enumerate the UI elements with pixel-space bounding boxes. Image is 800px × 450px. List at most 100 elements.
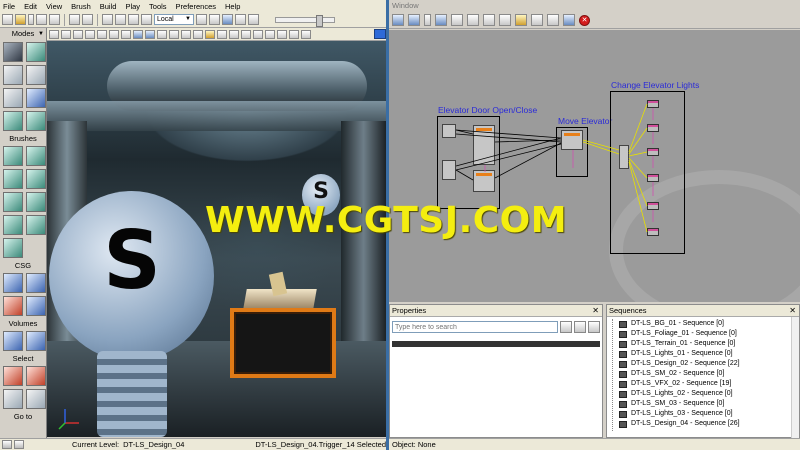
game-view-icon[interactable] xyxy=(277,29,287,39)
menu-view[interactable]: View xyxy=(46,2,62,11)
properties-search-input[interactable] xyxy=(392,321,559,333)
view-front-icon[interactable] xyxy=(145,29,155,39)
lit-mode-icon[interactable] xyxy=(181,29,191,39)
binoculars-icon[interactable] xyxy=(196,14,207,25)
gallery-icon[interactable] xyxy=(248,14,259,25)
search-icon[interactable] xyxy=(560,321,573,333)
view-perspective-icon[interactable] xyxy=(109,29,119,39)
menu-brush[interactable]: Brush xyxy=(71,2,91,11)
new-icon[interactable] xyxy=(2,14,13,25)
coordinate-system-select[interactable]: Local ▼ xyxy=(154,14,194,25)
scale-snap-icon[interactable] xyxy=(253,29,263,39)
perspective-viewport[interactable]: S S xyxy=(47,41,386,437)
content-browser-icon[interactable] xyxy=(209,14,220,25)
property-category-row[interactable] xyxy=(392,341,600,347)
cylinder-brush-icon[interactable] xyxy=(26,169,46,189)
undo-icon[interactable] xyxy=(69,14,80,25)
csg-subtract-icon[interactable] xyxy=(26,273,46,293)
rotate-icon[interactable] xyxy=(115,14,126,25)
list-item[interactable]: DT-LS_SM_03 - Sequence [0] xyxy=(619,399,799,409)
scale-icon[interactable] xyxy=(128,14,139,25)
csg-intersect-icon[interactable] xyxy=(3,296,23,316)
geometry-mode-icon[interactable] xyxy=(26,42,46,62)
foliage-mode-icon[interactable] xyxy=(3,111,23,131)
show-all-icon[interactable] xyxy=(26,389,46,409)
drag-grid-icon[interactable] xyxy=(265,29,275,39)
stat-mode-icon[interactable] xyxy=(26,88,46,108)
view-top-icon[interactable] xyxy=(121,29,131,39)
save-all-icon[interactable] xyxy=(49,14,60,25)
volume-options-icon[interactable] xyxy=(26,331,46,351)
show-connectors-icon[interactable] xyxy=(483,14,495,26)
add-volume-icon[interactable] xyxy=(3,331,23,351)
hide-selected-icon[interactable] xyxy=(26,366,46,386)
menu-preferences[interactable]: Preferences xyxy=(176,2,216,11)
menu-edit[interactable]: Edit xyxy=(24,2,37,11)
collapse-all-icon[interactable] xyxy=(588,321,600,333)
menu-help[interactable]: Help xyxy=(225,2,240,11)
select-invert-icon[interactable] xyxy=(3,389,23,409)
list-item[interactable]: DT-LS_Foliage_01 - Sequence [0] xyxy=(619,329,799,339)
spiral-stair-brush-icon[interactable] xyxy=(3,215,23,235)
build-all-icon[interactable] xyxy=(97,29,107,39)
cone-brush-icon[interactable] xyxy=(3,146,23,166)
csg-add-icon[interactable] xyxy=(3,273,23,293)
menu-build[interactable]: Build xyxy=(100,2,117,11)
forward-arrow-icon[interactable] xyxy=(408,14,420,26)
unlit-mode-icon[interactable] xyxy=(193,29,203,39)
build-paths-icon[interactable] xyxy=(73,29,83,39)
list-item[interactable]: DT-LS_Terrain_01 - Sequence [0] xyxy=(619,339,799,349)
sphere-brush-icon[interactable] xyxy=(26,215,46,235)
view-side-icon[interactable] xyxy=(133,29,143,39)
lighting-only-icon[interactable] xyxy=(205,29,215,39)
camera-mode-icon[interactable] xyxy=(3,42,23,62)
list-item[interactable]: DT-LS_SM_02 - Sequence [0] xyxy=(619,369,799,379)
mesh-paint-icon[interactable] xyxy=(3,88,23,108)
kismet-graph-canvas[interactable]: Elevator Door Open/Close Move Elevator C… xyxy=(389,30,800,302)
list-item[interactable]: DT-LS_Lights_03 - Sequence [0] xyxy=(619,409,799,419)
stop-icon[interactable]: ✕ xyxy=(579,14,590,26)
cube-brush-icon[interactable] xyxy=(26,146,46,166)
wireframe-icon[interactable] xyxy=(217,29,227,39)
list-item[interactable]: DT-LS_VFX_02 - Sequence [19] xyxy=(619,379,799,389)
csg-deintersect-icon[interactable] xyxy=(26,296,46,316)
realtime-icon[interactable] xyxy=(157,29,167,39)
light-bulb-icon[interactable] xyxy=(515,14,527,26)
curved-stair-brush-icon[interactable] xyxy=(3,169,23,189)
camera-speed-slider[interactable] xyxy=(275,14,335,27)
search-icon[interactable] xyxy=(531,14,543,26)
play-in-viewport-button[interactable] xyxy=(374,29,386,39)
open-class-search-icon[interactable] xyxy=(547,14,559,26)
menu-play[interactable]: Play xyxy=(125,2,140,11)
linear-stair-brush-icon[interactable] xyxy=(3,192,23,212)
history-dropdown-icon[interactable] xyxy=(424,14,431,26)
scale-nonuniform-icon[interactable] xyxy=(141,14,152,25)
drag-grid-toggle-icon[interactable] xyxy=(14,440,24,449)
level-browser-icon[interactable] xyxy=(2,440,12,449)
texture-align-icon[interactable] xyxy=(26,65,46,85)
zoom-fit-icon[interactable] xyxy=(499,14,511,26)
translate-icon[interactable] xyxy=(102,14,113,25)
close-icon[interactable]: ✕ xyxy=(592,305,599,317)
build-geometry-icon[interactable] xyxy=(49,29,59,39)
menu-file[interactable]: File xyxy=(3,2,15,11)
show-flags-icon[interactable] xyxy=(169,29,179,39)
list-item[interactable]: DT-LS_Design_04 - Sequence [26] xyxy=(619,419,799,429)
show-selected-icon[interactable] xyxy=(3,366,23,386)
list-item[interactable]: DT-LS_Lights_01 - Sequence [0] xyxy=(619,349,799,359)
menu-tools[interactable]: Tools xyxy=(149,2,167,11)
sequences-scrollbar[interactable] xyxy=(791,317,799,438)
kismet-icon[interactable] xyxy=(222,14,233,25)
chevron-down-icon[interactable]: ▼ xyxy=(38,28,44,40)
back-arrow-icon[interactable] xyxy=(392,14,404,26)
lock-viewport-icon[interactable] xyxy=(289,29,299,39)
save-icon[interactable] xyxy=(36,14,47,25)
open-icon[interactable] xyxy=(15,14,26,25)
maximize-viewport-icon[interactable] xyxy=(301,29,311,39)
volumetric-brush-icon[interactable] xyxy=(3,238,23,258)
hide-unused-icon[interactable] xyxy=(467,14,479,26)
list-item[interactable]: DT-LS_Lights_02 - Sequence [0] xyxy=(619,389,799,399)
rotation-snap-icon[interactable] xyxy=(241,29,251,39)
redo-icon[interactable] xyxy=(82,14,93,25)
grid-snap-icon[interactable] xyxy=(229,29,239,39)
